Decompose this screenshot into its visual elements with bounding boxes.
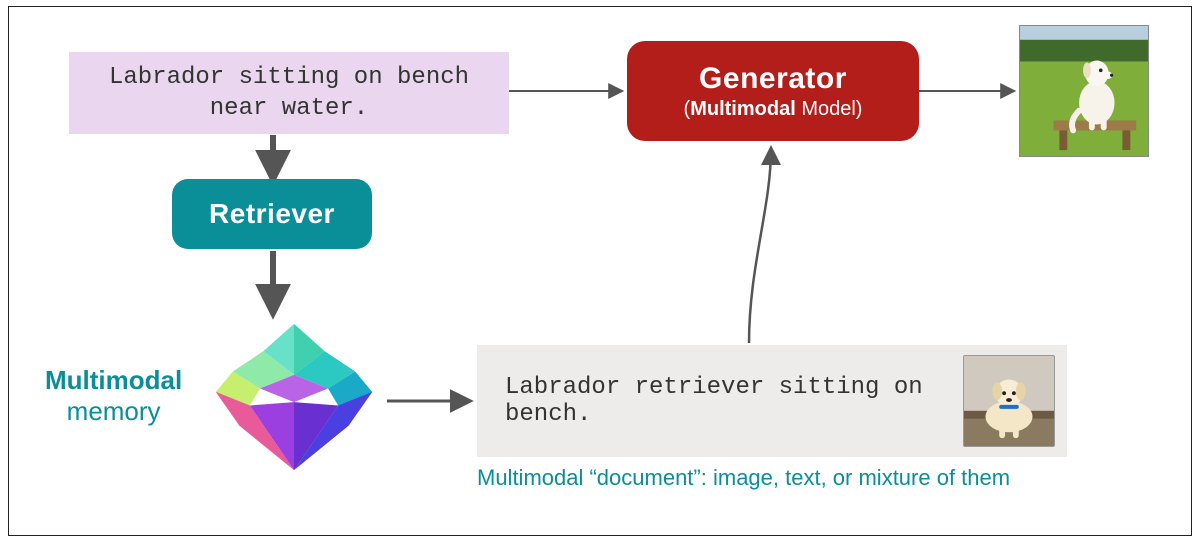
retriever-block: Retriever <box>172 179 372 249</box>
retriever-label: Retriever <box>209 198 335 230</box>
diagram-canvas: Labrador sitting on bench near water. Re… <box>8 6 1192 536</box>
input-prompt: Labrador sitting on bench near water. <box>69 52 509 134</box>
generated-output-image <box>1019 25 1149 157</box>
retrieved-document: Labrador retriever sitting on bench. <box>477 345 1067 457</box>
generator-subtitle: (Multimodal Model) <box>684 97 863 122</box>
memory-label: Multimodal memory <box>45 365 182 427</box>
retrieved-document-text: Labrador retriever sitting on bench. <box>505 374 947 428</box>
generator-title: Generator <box>699 60 847 98</box>
generator-block: Generator (Multimodal Model) <box>627 41 919 141</box>
document-caption: Multimodal “document”: image, text, or m… <box>477 465 1010 491</box>
input-prompt-text: Labrador sitting on bench near water. <box>89 62 489 124</box>
retrieved-document-thumbnail <box>963 355 1055 447</box>
memory-label-rest: memory <box>45 396 182 427</box>
diamond-icon <box>209 317 379 477</box>
memory-label-bold: Multimodal <box>45 365 182 396</box>
